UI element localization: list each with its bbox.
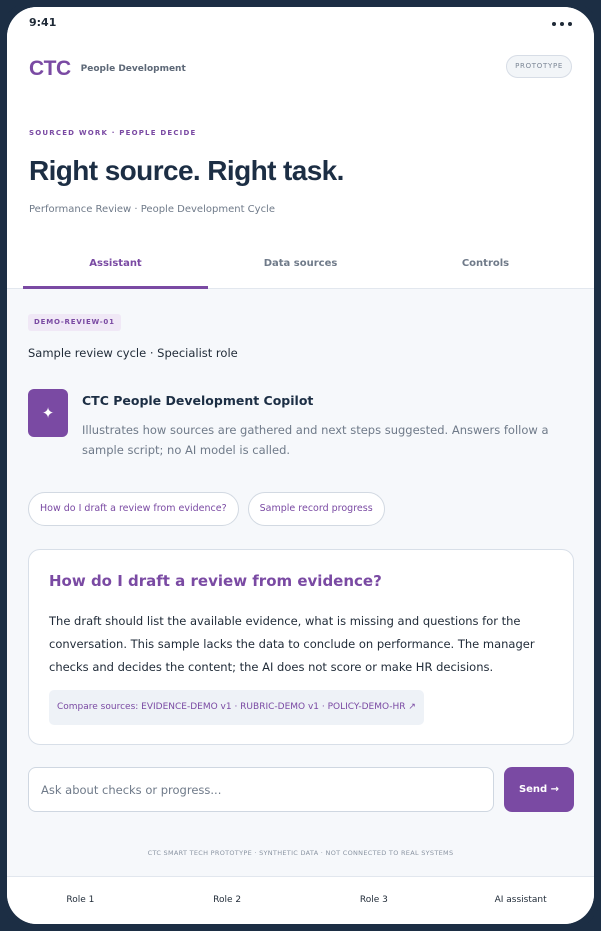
tab-data-sources[interactable]: Data sources [208,247,393,289]
answer-card: How do I draft a review from evidence? T… [28,549,574,745]
ask-input[interactable] [28,767,494,812]
more-dots-icon [552,22,572,26]
prototype-badge: PROTOTYPE [506,55,572,78]
brand-logo: CTC [29,57,71,80]
screen: 9:41 CTC People Development PROTOTYPE SO… [7,7,594,924]
brand-subtitle: People Development [80,64,186,74]
nav-item-role-3[interactable]: Role 3 [301,877,448,924]
suggestion-chip-record-progress[interactable]: Sample record progress [247,492,385,526]
footer-note: CTC SMART TECH PROTOTYPE · SYNTHETIC DAT… [147,849,454,857]
page-title: Right source. Right task. [29,155,344,186]
brand: CTC People Development [29,57,186,81]
answer-question: How do I draft a review from evidence? [49,572,382,590]
nav-item-ai-assistant[interactable]: AI assistant [447,877,594,924]
status-time: 9:41 [29,16,57,29]
case-tag: DEMO-REVIEW-01 [28,314,121,331]
sparkle-icon: ✦ [28,389,68,437]
hero-eyebrow: SOURCED WORK · PEOPLE DECIDE [29,129,197,137]
page-subtitle: Performance Review · People Development … [29,204,275,215]
device-frame: 9:41 CTC People Development PROTOTYPE SO… [0,0,601,931]
case-description: Sample review cycle · Specialist role [28,346,238,360]
assistant-name: CTC People Development Copilot [82,393,314,408]
tab-bar: Assistant Data sources Controls [23,247,578,289]
tab-controls[interactable]: Controls [393,247,578,289]
nav-item-role-2[interactable]: Role 2 [154,877,301,924]
compare-sources-link[interactable]: Compare sources: EVIDENCE-DEMO v1 · RUBR… [49,690,424,725]
header-area: 9:41 CTC People Development PROTOTYPE SO… [7,7,594,289]
send-button[interactable]: Send → [504,767,574,812]
tab-assistant[interactable]: Assistant [23,247,208,289]
bottom-nav: Role 1 Role 2 Role 3 AI assistant [7,876,594,924]
nav-item-role-1[interactable]: Role 1 [7,877,154,924]
suggestion-chips: How do I draft a review from evidence? S… [28,492,385,526]
assistant-description: Illustrates how sources are gathered and… [82,423,549,457]
suggestion-chip-draft-review[interactable]: How do I draft a review from evidence? [28,492,239,526]
status-bar: 9:41 [29,16,572,32]
answer-body: The draft should list the available evid… [49,614,535,674]
